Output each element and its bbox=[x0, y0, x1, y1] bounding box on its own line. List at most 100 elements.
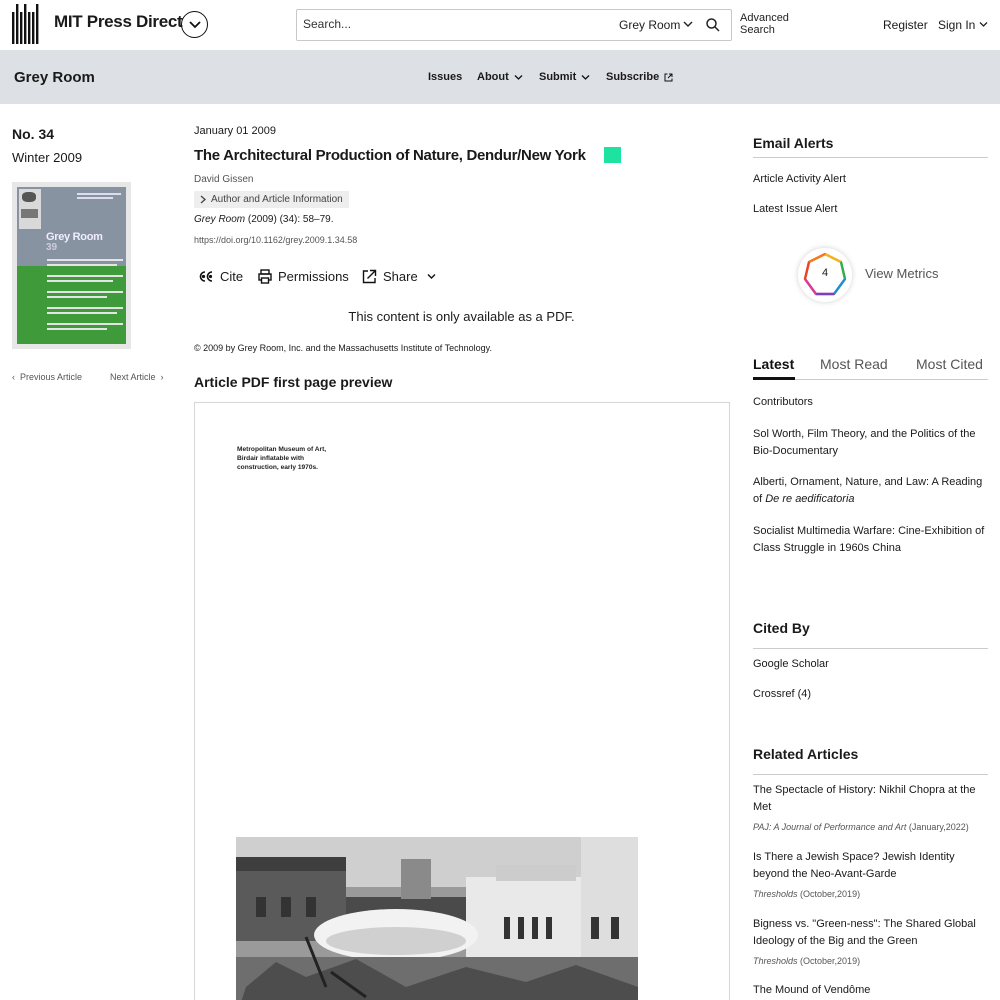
nav-subscribe[interactable]: Subscribe bbox=[606, 71, 673, 83]
nav-submit[interactable]: Submit bbox=[539, 71, 590, 83]
divider bbox=[753, 648, 988, 649]
printer-icon bbox=[258, 269, 272, 284]
cited-by-heading: Cited By bbox=[753, 620, 810, 636]
previous-article-link[interactable]: ‹ Previous Article bbox=[12, 372, 82, 382]
active-tab-indicator bbox=[753, 377, 795, 380]
latest-item-socialist-multimedia[interactable]: Socialist Multimedia Warfare: Cine-Exhib… bbox=[753, 523, 988, 556]
related-article-title[interactable]: Bigness vs. "Green-ness": The Shared Glo… bbox=[753, 916, 988, 949]
chevron-down-icon[interactable] bbox=[979, 21, 988, 28]
related-article-journal: Thresholds bbox=[753, 956, 798, 966]
related-article-journal: Thresholds bbox=[753, 889, 798, 899]
latest-issue-alert-link[interactable]: Latest Issue Alert bbox=[753, 203, 837, 215]
chevron-down-icon bbox=[581, 74, 590, 80]
issue-cover-image[interactable]: Grey Room 39 bbox=[12, 182, 131, 349]
chevron-down-icon bbox=[427, 274, 436, 279]
related-article-source: Thresholds (October,2019) bbox=[753, 956, 860, 966]
issue-season: Winter 2009 bbox=[12, 150, 83, 165]
google-scholar-link[interactable]: Google Scholar bbox=[753, 658, 829, 670]
chevron-left-icon: ‹ bbox=[12, 372, 15, 382]
doi-link[interactable]: https://doi.org/10.1162/grey.2009.1.34.5… bbox=[194, 235, 357, 245]
pdf-first-page-preview[interactable]: Metropolitan Museum of Art, Birdair infl… bbox=[194, 402, 730, 1000]
quote-icon bbox=[199, 271, 213, 282]
chevron-down-icon[interactable] bbox=[683, 19, 693, 29]
related-article-date: (January,2022) bbox=[906, 822, 969, 832]
nav-issues[interactable]: Issues bbox=[428, 71, 462, 83]
related-article-journal: PAJ: A Journal of Performance and Art bbox=[753, 822, 907, 832]
latest-item-sol-worth[interactable]: Sol Worth, Film Theory, and the Politics… bbox=[753, 426, 988, 459]
citation-details: (2009) (34): 58–79. bbox=[245, 214, 334, 225]
pdf-preview-heading: Article PDF first page preview bbox=[194, 374, 393, 390]
tab-most-read[interactable]: Most Read bbox=[820, 356, 888, 372]
advanced-search-link[interactable]: Advanced Search bbox=[740, 12, 800, 36]
cite-button[interactable]: Cite bbox=[199, 269, 243, 284]
related-article-date: (October,2019) bbox=[797, 956, 861, 966]
top-header: MIT Press Direct Grey Room Advanced Sear… bbox=[0, 0, 1000, 50]
related-articles-heading: Related Articles bbox=[753, 746, 859, 762]
external-link-icon bbox=[664, 73, 673, 81]
search-box: Grey Room bbox=[296, 9, 732, 41]
nav-issues-label: Issues bbox=[428, 71, 463, 83]
latest-item-alberti[interactable]: Alberti, Ornament, Nature, and Law: A Re… bbox=[753, 474, 988, 507]
previous-article-label: Previous Article bbox=[20, 372, 83, 382]
author-info-label: Author and Article Information bbox=[211, 194, 343, 205]
article-title: The Architectural Production of Nature, … bbox=[194, 147, 586, 164]
pdf-figure-caption: Metropolitan Museum of Art, Birdair infl… bbox=[237, 446, 327, 471]
latest-item-contributors[interactable]: Contributors bbox=[753, 394, 988, 411]
search-icon[interactable] bbox=[705, 17, 721, 33]
journal-title[interactable]: Grey Room bbox=[14, 69, 95, 86]
cover-art: Grey Room 39 bbox=[17, 187, 126, 344]
related-article-title[interactable]: The Mound of Vendôme bbox=[753, 982, 988, 999]
related-article-title[interactable]: Is There a Jewish Space? Jewish Identity… bbox=[753, 849, 988, 882]
brand-name[interactable]: MIT Press Direct bbox=[54, 12, 183, 32]
metrics-count: 4 bbox=[821, 267, 829, 279]
related-article-source: Thresholds (October,2019) bbox=[753, 889, 860, 899]
tab-latest[interactable]: Latest bbox=[753, 356, 794, 372]
publication-date: January 01 2009 bbox=[194, 125, 276, 137]
next-article-label: Next Article bbox=[110, 372, 156, 382]
view-metrics-link[interactable]: View Metrics bbox=[865, 266, 938, 281]
article-citation: Grey Room (2009) (34): 58–79. bbox=[194, 214, 334, 225]
access-badge-icon bbox=[604, 147, 621, 163]
divider bbox=[753, 157, 988, 158]
chevron-down-icon bbox=[514, 74, 523, 80]
divider bbox=[753, 774, 988, 775]
permissions-label: Permissions bbox=[278, 269, 349, 284]
journal-bar: Grey Room Issues About Submit Subscribe bbox=[0, 50, 1000, 104]
crossref-link[interactable]: Crossref (4) bbox=[753, 688, 811, 700]
related-article-date: (October,2019) bbox=[797, 889, 861, 899]
article-author[interactable]: David Gissen bbox=[194, 174, 253, 185]
register-link[interactable]: Register bbox=[883, 18, 928, 32]
next-article-link[interactable]: Next Article › bbox=[110, 372, 164, 382]
site-menu-button[interactable] bbox=[181, 11, 208, 38]
tab-most-cited[interactable]: Most Cited bbox=[916, 356, 983, 372]
nav-subscribe-label: Subscribe bbox=[606, 71, 660, 83]
citation-journal: Grey Room bbox=[194, 214, 246, 225]
permissions-button[interactable]: Permissions bbox=[258, 269, 349, 284]
related-article-title[interactable]: The Spectacle of History: Nikhil Chopra … bbox=[753, 782, 988, 815]
chevron-down-icon bbox=[188, 20, 201, 28]
nav-submit-label: Submit bbox=[539, 71, 577, 83]
cover-number: 39 bbox=[46, 242, 58, 253]
share-label: Share bbox=[383, 269, 418, 284]
copyright-notice: © 2009 by Grey Room, Inc. and the Massac… bbox=[194, 343, 492, 353]
latest-item-alberti-italic: De re aedificatoria bbox=[765, 492, 855, 505]
author-info-toggle[interactable]: Author and Article Information bbox=[194, 191, 349, 208]
nav-about[interactable]: About bbox=[477, 71, 523, 83]
mit-logo-icon[interactable] bbox=[12, 4, 40, 44]
email-alerts-heading: Email Alerts bbox=[753, 135, 834, 151]
chevron-right-icon bbox=[200, 195, 206, 204]
nav-about-label: About bbox=[477, 71, 509, 83]
share-icon bbox=[362, 269, 377, 284]
pdf-only-notice: This content is only available as a PDF. bbox=[348, 309, 575, 324]
search-input[interactable] bbox=[303, 17, 603, 31]
chevron-right-icon: › bbox=[160, 372, 164, 382]
share-button[interactable]: Share bbox=[362, 269, 438, 284]
sign-in-link[interactable]: Sign In bbox=[938, 18, 975, 32]
altmetric-badge[interactable]: 4 bbox=[798, 248, 852, 302]
related-article-source: PAJ: A Journal of Performance and Art (J… bbox=[753, 822, 969, 832]
cite-label: Cite bbox=[220, 269, 244, 284]
pdf-figure-photo bbox=[236, 837, 638, 1000]
issue-number: No. 34 bbox=[12, 126, 55, 142]
article-activity-alert-link[interactable]: Article Activity Alert bbox=[753, 173, 846, 185]
search-scope-select[interactable]: Grey Room bbox=[619, 18, 680, 32]
